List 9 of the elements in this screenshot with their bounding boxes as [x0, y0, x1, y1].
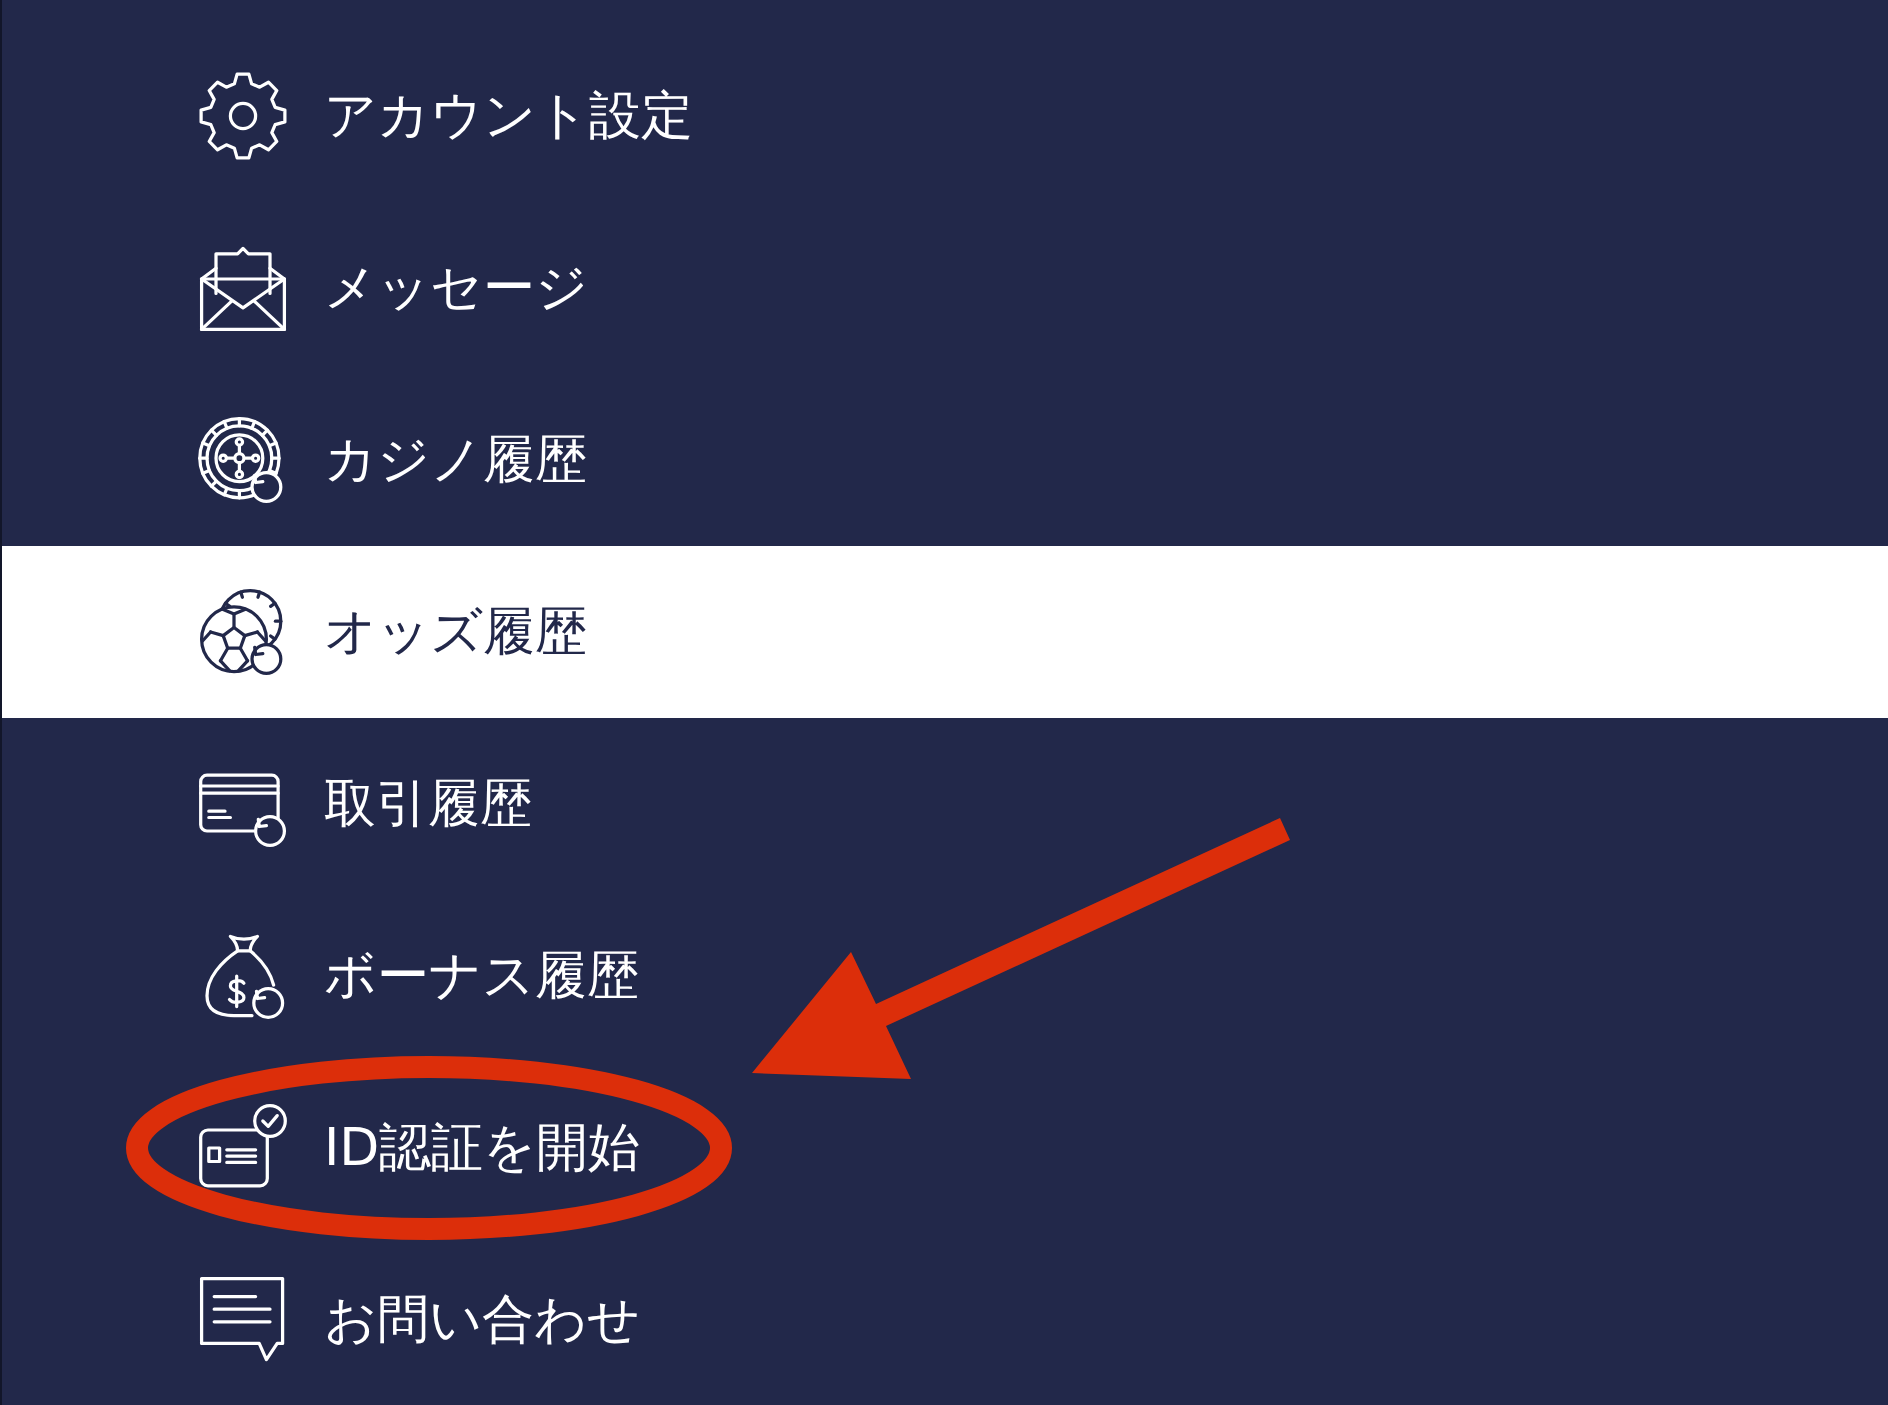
menu-item[interactable]: カジノ履歴	[2, 374, 1888, 546]
menu-item[interactable]: ID認証を開始	[2, 1062, 1888, 1234]
menu-item[interactable]: オッズ履歴	[2, 546, 1888, 718]
menu-item[interactable]: 取引履歴	[2, 718, 1888, 890]
menu-item[interactable]: お問い合わせ	[2, 1234, 1888, 1405]
menu-item[interactable]: ボーナス履歴	[2, 890, 1888, 1062]
menu-item[interactable]: アカウント設定	[2, 30, 1888, 202]
gear-icon	[198, 71, 288, 161]
menu-item[interactable]: メッセージ	[2, 202, 1888, 374]
